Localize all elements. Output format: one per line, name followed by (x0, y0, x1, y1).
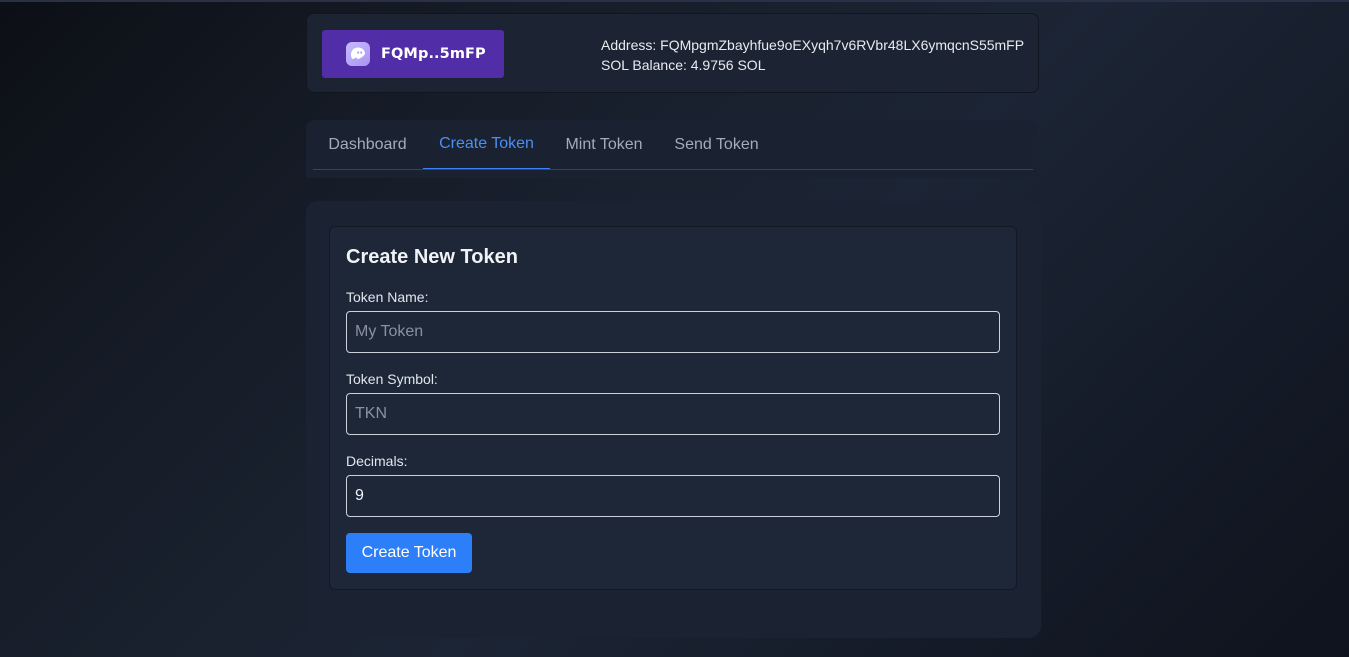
create-token-form: Create New Token Token Name: Token Symbo… (329, 226, 1017, 590)
token-symbol-label: Token Symbol: (346, 371, 438, 387)
tab-create-token[interactable]: Create Token (423, 120, 550, 170)
decimals-input[interactable] (346, 475, 1000, 517)
token-symbol-input[interactable] (346, 393, 1000, 435)
wallet-header: FQMp..5mFP Address: FQMpgmZbayhfue9oEXyq… (306, 13, 1039, 93)
sol-balance: SOL Balance: 4.9756 SOL (601, 57, 766, 73)
wallet-connect-button[interactable]: FQMp..5mFP (322, 30, 504, 78)
wallet-info: Address: FQMpgmZbayhfue9oEXyqh7v6RVbr48L… (601, 35, 1024, 75)
top-border (0, 0, 1349, 2)
decimals-label: Decimals: (346, 453, 408, 469)
token-name-label: Token Name: (346, 289, 429, 305)
wallet-button-label: FQMp..5mFP (381, 46, 486, 62)
tab-mint-token[interactable]: Mint Token (550, 120, 658, 170)
tab-divider (313, 169, 1033, 170)
create-token-button[interactable]: Create Token (346, 533, 472, 573)
tab-bar: Dashboard Create Token Mint Token Send T… (306, 120, 1039, 178)
form-title: Create New Token (346, 246, 518, 268)
tab-dashboard[interactable]: Dashboard (313, 120, 422, 170)
token-name-input[interactable] (346, 311, 1000, 353)
tab-send-token[interactable]: Send Token (658, 120, 775, 170)
phantom-ghost-icon (346, 42, 370, 66)
main-panel: Create New Token Token Name: Token Symbo… (306, 201, 1041, 638)
wallet-address: Address: FQMpgmZbayhfue9oEXyqh7v6RVbr48L… (601, 37, 1025, 53)
